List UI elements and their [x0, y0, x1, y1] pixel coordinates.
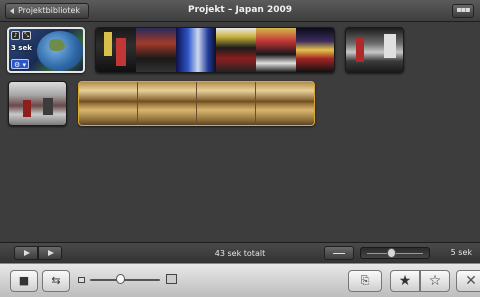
project-storyboard: ♪ ⤡ 3 sek ⚙ ▾ — [0, 22, 480, 242]
clip-thumbnail[interactable] — [8, 81, 67, 126]
title-bar: Projektbibliotek Projekt – Japan 2009 ▪▪… — [0, 0, 480, 22]
main-toolbar: ■ ⇆ ⎘ ★ ☆ ✕ — [0, 263, 480, 297]
thumbnail-size-slider[interactable] — [90, 279, 160, 281]
project-title: Projekt – Japan 2009 — [188, 5, 292, 15]
clip-frame — [216, 28, 256, 72]
camera-import-button[interactable]: ■ — [10, 270, 38, 292]
clip-frame — [356, 38, 364, 62]
audio-waveform-toggle-button[interactable] — [324, 246, 354, 260]
slider-thumb[interactable] — [386, 248, 396, 258]
reject-button[interactable]: ✕ — [456, 270, 480, 292]
thumbnail-size-thumb[interactable] — [116, 274, 126, 284]
clip-duration-slider[interactable] — [360, 247, 430, 259]
clip-frame — [255, 82, 256, 125]
mark-favorite-button[interactable]: ★ — [390, 270, 420, 292]
clip-frame — [79, 100, 314, 103]
clip-frame — [116, 38, 126, 66]
clip-frame — [23, 100, 31, 117]
landmass-image — [49, 39, 65, 51]
clip-frame — [256, 28, 296, 72]
action-icon: ⎘ — [360, 274, 370, 287]
transition-badge-icon: ⤡ — [22, 31, 31, 40]
globe-image — [37, 31, 83, 71]
clip-thumbnail[interactable]: ♪ ⤡ 3 sek ⚙ ▾ — [7, 27, 85, 73]
clip-frame — [176, 28, 216, 72]
clip-frame — [296, 28, 334, 72]
clip-thumbnail[interactable] — [345, 27, 404, 73]
camera-icon: ■ — [18, 274, 30, 287]
large-thumbnail-icon — [166, 274, 177, 284]
audio-badge-icon: ♪ — [11, 31, 20, 40]
swap-icon: ⇆ — [51, 274, 61, 287]
small-thumbnail-icon — [78, 277, 85, 283]
clip-frame — [384, 34, 396, 58]
star-solid-icon: ★ — [398, 273, 412, 289]
clip-frame — [43, 98, 53, 115]
clip-frame — [104, 32, 112, 56]
clip-frame — [196, 82, 197, 125]
action-button[interactable]: ⎘ — [348, 270, 382, 292]
clip-duration-value: 5 sek — [450, 248, 472, 257]
clip-settings-gear-icon[interactable]: ⚙ ▾ — [11, 59, 29, 69]
reject-x-icon: ✕ — [465, 273, 477, 289]
clip-duration: 3 sek — [11, 44, 32, 52]
clip-frame — [137, 82, 138, 125]
clip-frame — [136, 28, 176, 72]
unmark-button[interactable]: ☆ — [420, 270, 450, 292]
star-outline-icon: ☆ — [428, 273, 442, 289]
playback-bar: 43 sek totalt 5 sek — [0, 242, 480, 263]
menu-icon[interactable]: ▪▪▪ — [452, 4, 474, 18]
clip-thumbnail[interactable] — [95, 27, 335, 73]
swap-events-projects-button[interactable]: ⇆ — [42, 270, 70, 292]
clip-thumbnail[interactable] — [78, 81, 315, 126]
